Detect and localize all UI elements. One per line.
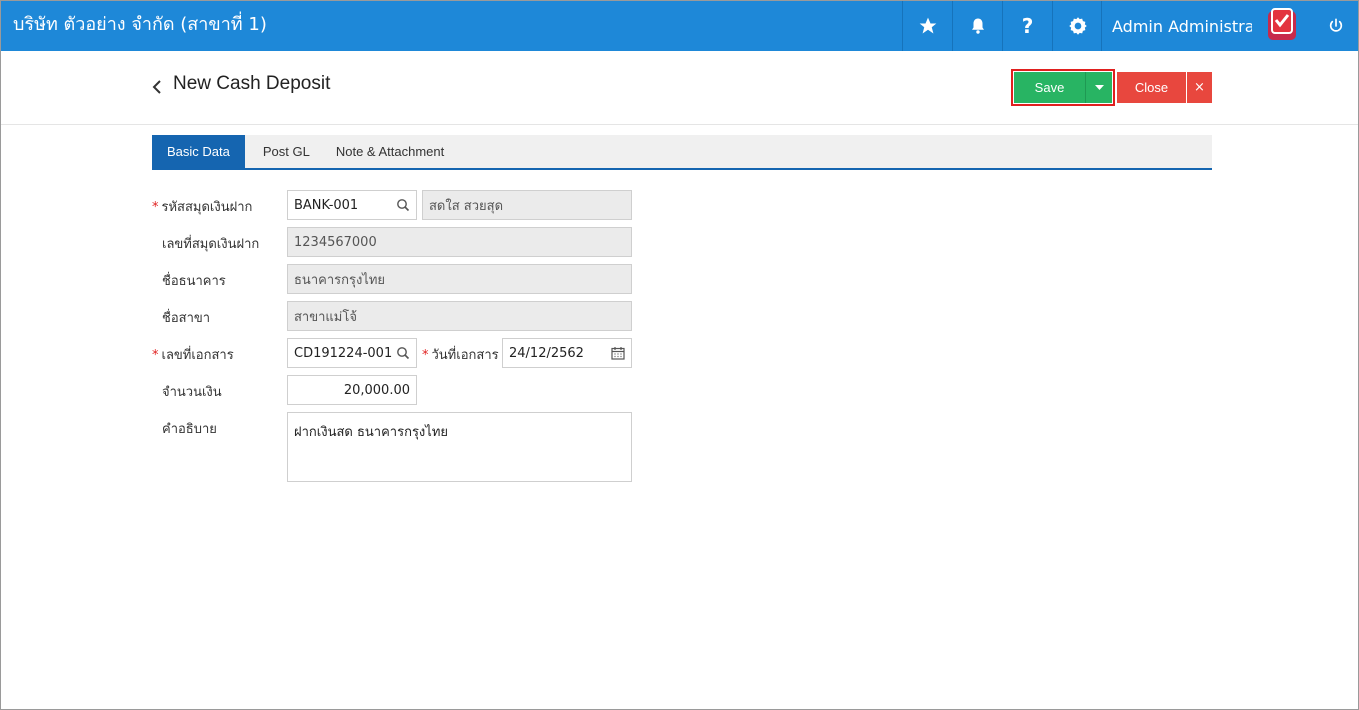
power-icon <box>1329 18 1343 32</box>
doc-no-input[interactable]: CD191224-001 <box>287 338 417 368</box>
tab-note-attachment[interactable]: Note & Attachment <box>328 135 452 168</box>
chevron-left-icon[interactable] <box>151 79 163 95</box>
doc-date-label: * วันที่เอกสาร <box>422 348 499 363</box>
gear-icon <box>1068 17 1087 35</box>
user-name: Admin Administrator <box>1112 16 1252 36</box>
bell-icon <box>971 18 984 34</box>
close-x-button[interactable]: × <box>1187 72 1212 103</box>
doc-no-label: * เลขที่เอกสาร <box>152 348 234 363</box>
passbook-code-label: * รหัสสมุดเงินฝาก <box>152 200 253 215</box>
star-icon <box>919 17 936 34</box>
description-label: คำอธิบาย <box>162 422 217 437</box>
close-button[interactable]: Close <box>1117 72 1186 103</box>
search-icon[interactable] <box>396 198 410 212</box>
page-title: New Cash Deposit <box>173 73 331 94</box>
tab-post-gl[interactable]: Post GL <box>245 135 328 168</box>
caret-down-icon <box>1094 84 1104 90</box>
help-button[interactable]: ? <box>1002 1 1052 51</box>
checklist-icon <box>1268 8 1296 40</box>
company-name: บริษัท ตัวอย่าง จำกัด (สาขาที่ 1) <box>13 14 267 35</box>
description-textarea[interactable]: ฝากเงินสด ธนาคารกรุงไทย <box>287 412 632 482</box>
passbook-name-field: สดใส สวยสุด <box>422 190 632 220</box>
save-dropdown-button[interactable] <box>1085 72 1112 103</box>
calendar-icon[interactable] <box>611 346 625 360</box>
bank-name-label: ชื่อธนาคาร <box>162 274 226 289</box>
passbook-no-label: เลขที่สมุดเงินฝาก <box>162 237 260 252</box>
favorites-button[interactable] <box>902 1 952 51</box>
help-icon: ? <box>1021 14 1034 38</box>
save-button[interactable]: Save <box>1014 72 1085 103</box>
amount-input[interactable]: 20,000.00 <box>287 375 417 405</box>
logout-button[interactable] <box>1313 1 1359 51</box>
search-icon[interactable] <box>396 346 410 360</box>
settings-button[interactable] <box>1052 1 1102 51</box>
save-button-group: Save <box>1011 69 1115 106</box>
branch-name-field: สาขาแม่โจ้ <box>287 301 632 331</box>
passbook-no-field: 1234567000 <box>287 227 632 257</box>
doc-date-input[interactable]: 24/12/2562 <box>502 338 632 368</box>
amount-label: จำนวนเงิน <box>162 385 222 400</box>
passbook-code-input[interactable]: BANK-001 <box>287 190 417 220</box>
bank-name-field: ธนาคารกรุงไทย <box>287 264 632 294</box>
branch-name-label: ชื่อสาขา <box>162 311 211 326</box>
tab-bar: Basic Data Post GL Note & Attachment <box>152 135 1212 170</box>
notifications-button[interactable] <box>952 1 1002 51</box>
app-logo <box>1265 7 1299 43</box>
page-header: New Cash Deposit Save Close × <box>1 51 1358 125</box>
tab-basic-data[interactable]: Basic Data <box>152 135 245 168</box>
top-bar: บริษัท ตัวอย่าง จำกัด (สาขาที่ 1) ? Admi… <box>1 1 1358 51</box>
